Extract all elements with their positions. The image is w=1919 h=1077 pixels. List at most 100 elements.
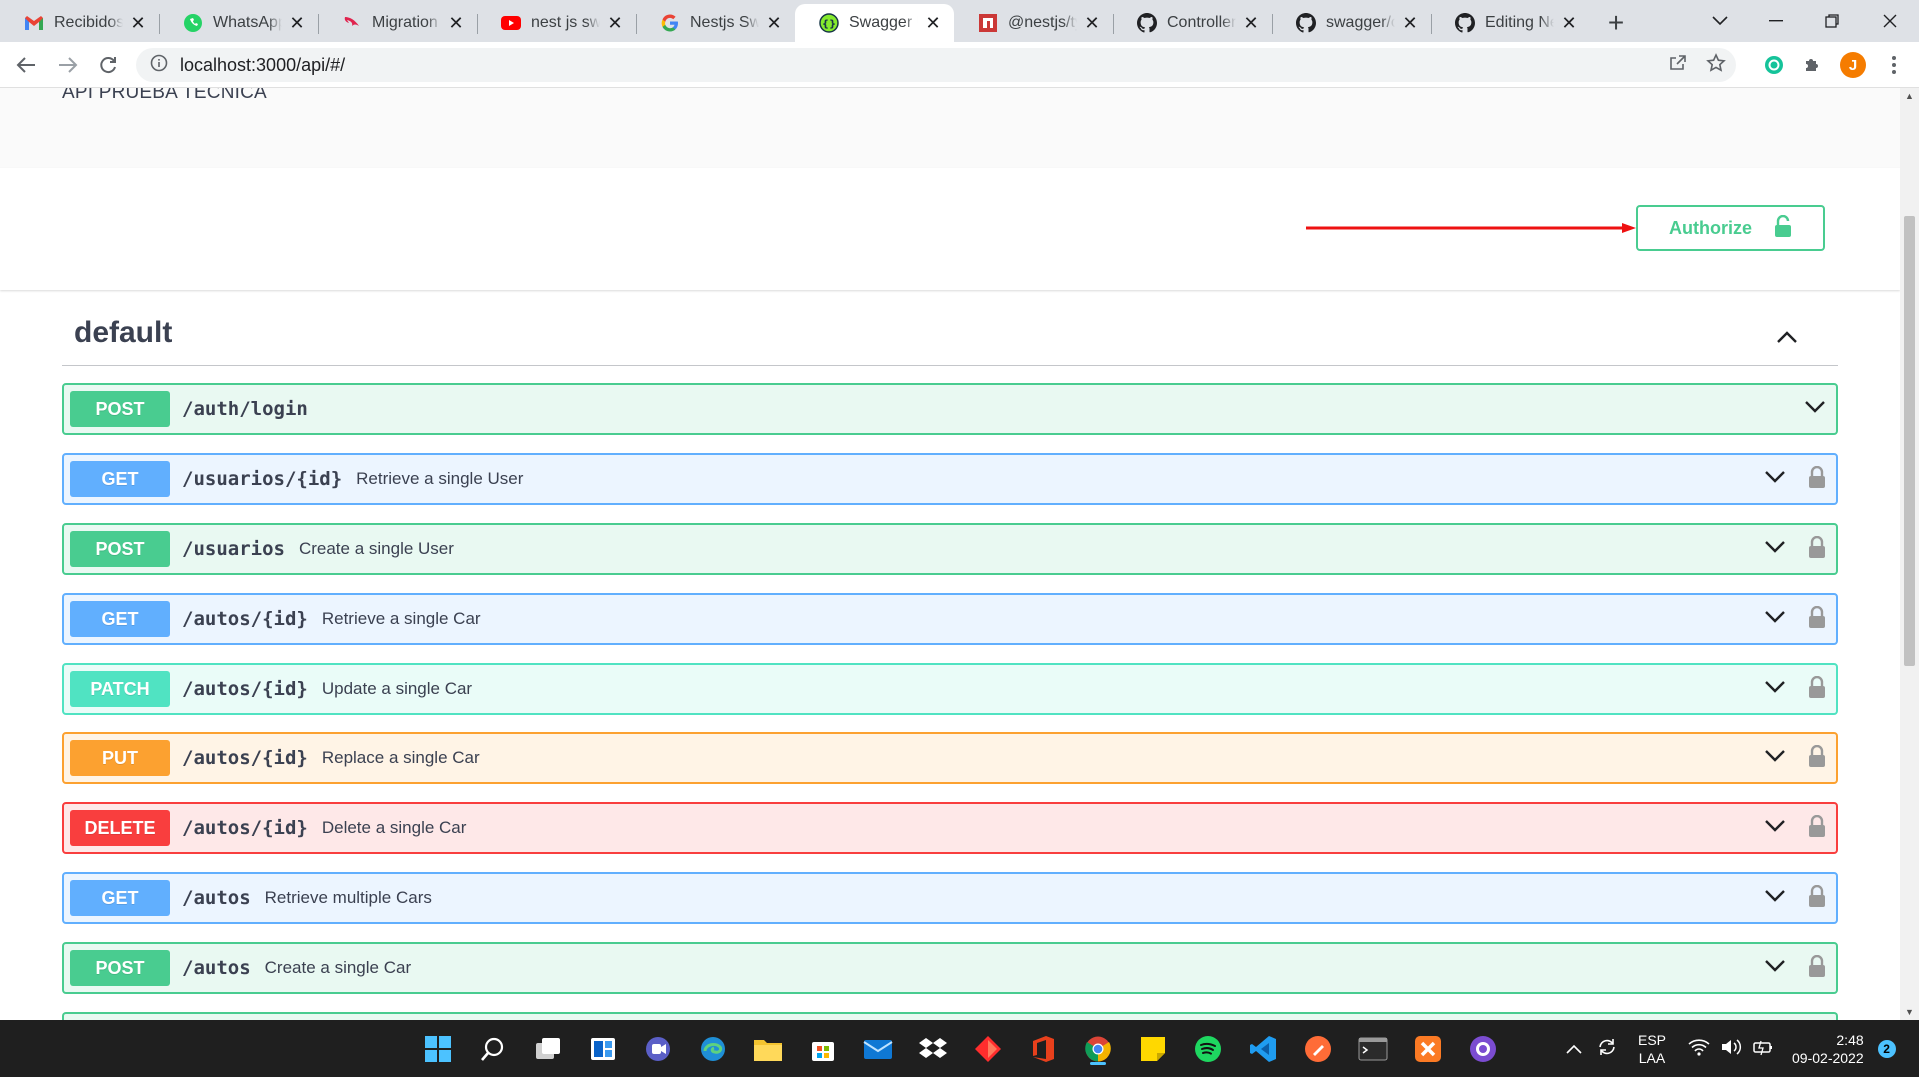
operation-get-autos[interactable]: GET /autos Retrieve multiple Cars xyxy=(62,872,1838,924)
extension-grammarly-icon[interactable] xyxy=(1760,51,1788,79)
operation-put-autos-id[interactable]: PUT /autos/{id} Replace a single Car xyxy=(62,732,1838,784)
operation-get-usuarios-id[interactable]: GET /usuarios/{id} Retrieve a single Use… xyxy=(62,453,1838,505)
extensions-puzzle-icon[interactable] xyxy=(1798,51,1826,79)
wifi-icon[interactable] xyxy=(1688,1038,1710,1059)
operation-post-auth-login[interactable]: POST /auth/login xyxy=(62,383,1838,435)
close-icon[interactable]: ✕ xyxy=(127,12,149,34)
method-badge: POST xyxy=(70,950,170,986)
lock-icon[interactable] xyxy=(1808,535,1826,563)
address-bar[interactable]: localhost:3000/api/#/ xyxy=(136,48,1736,82)
tab-npm[interactable]: @nestjs/typ ✕ xyxy=(954,4,1113,42)
lock-icon[interactable] xyxy=(1808,465,1826,493)
task-view-icon[interactable] xyxy=(530,1031,566,1067)
back-button[interactable] xyxy=(10,49,42,81)
tab-youtube[interactable]: nest js swag ✕ xyxy=(477,4,636,42)
lock-icon[interactable] xyxy=(1808,954,1826,982)
close-icon[interactable]: ✕ xyxy=(286,12,308,34)
tab-editing[interactable]: Editing Nes ✕ xyxy=(1431,4,1590,42)
tab-gmail[interactable]: Recibidos (6 ✕ xyxy=(0,4,159,42)
widgets-icon[interactable] xyxy=(585,1031,621,1067)
volume-icon[interactable] xyxy=(1720,1038,1742,1059)
chevron-down-icon[interactable] xyxy=(1764,819,1786,838)
close-icon[interactable]: ✕ xyxy=(1558,12,1580,34)
teams-chat-icon[interactable] xyxy=(640,1031,676,1067)
start-icon[interactable] xyxy=(420,1031,456,1067)
menu-kebab-icon[interactable] xyxy=(1880,51,1908,79)
close-icon[interactable]: ✕ xyxy=(922,12,944,34)
notification-badge[interactable]: 2 xyxy=(1877,1039,1896,1058)
vscode-icon[interactable] xyxy=(1245,1031,1281,1067)
file-explorer-icon[interactable] xyxy=(750,1031,786,1067)
chevron-up-icon[interactable] xyxy=(1772,322,1802,352)
tab-swagger-ui[interactable]: {} Swagger UI ✕ xyxy=(795,4,954,42)
close-icon[interactable]: ✕ xyxy=(763,12,785,34)
scroll-up-arrow[interactable]: ▲ xyxy=(1900,88,1919,104)
lock-icon[interactable] xyxy=(1808,744,1826,772)
mail-icon[interactable] xyxy=(860,1031,896,1067)
scroll-down-arrow[interactable]: ▼ xyxy=(1900,1004,1919,1020)
lock-icon[interactable] xyxy=(1808,675,1826,703)
minimize-button[interactable] xyxy=(1748,0,1804,42)
share-icon[interactable] xyxy=(1668,53,1688,78)
lock-icon[interactable] xyxy=(1808,814,1826,842)
chevron-down-icon[interactable] xyxy=(1764,540,1786,559)
operation-delete-autos-id[interactable]: DELETE /autos/{id} Delete a single Car xyxy=(62,802,1838,854)
search-icon[interactable] xyxy=(475,1031,511,1067)
tab-swagger-cats[interactable]: swagger/ca ✕ xyxy=(1272,4,1431,42)
close-icon[interactable]: ✕ xyxy=(604,12,626,34)
chevron-down-icon[interactable] xyxy=(1764,680,1786,699)
tab-whatsapp[interactable]: WhatsApp ✕ xyxy=(159,4,318,42)
clock[interactable]: 2:48 09-02-2022 xyxy=(1792,1031,1864,1067)
page-scrollbar[interactable]: ▲ ▼ xyxy=(1900,88,1919,1020)
operation-post-usuarios[interactable]: POST /usuarios Create a single User xyxy=(62,523,1838,575)
reload-button[interactable] xyxy=(92,49,124,81)
forward-button[interactable] xyxy=(52,49,84,81)
close-window-button[interactable] xyxy=(1862,0,1918,42)
git-kraken-icon[interactable] xyxy=(970,1031,1006,1067)
chevron-down-icon[interactable] xyxy=(1764,959,1786,978)
authorize-button[interactable]: Authorize xyxy=(1636,205,1825,251)
office-icon[interactable] xyxy=(1025,1031,1061,1067)
dropbox-icon[interactable] xyxy=(915,1031,951,1067)
tab-migration[interactable]: Migration g ✕ xyxy=(318,4,477,42)
api-description: API PRUEBA TECNICA xyxy=(62,88,267,103)
lock-icon[interactable] xyxy=(1808,884,1826,912)
tab-controllers[interactable]: Controllers ✕ xyxy=(1113,4,1272,42)
profile-avatar[interactable]: J xyxy=(1840,52,1866,78)
xampp-icon[interactable] xyxy=(1410,1031,1446,1067)
terminal-icon[interactable] xyxy=(1355,1031,1391,1067)
close-icon[interactable]: ✕ xyxy=(1399,12,1421,34)
close-icon[interactable]: ✕ xyxy=(1240,12,1262,34)
close-icon[interactable]: ✕ xyxy=(1081,12,1103,34)
language-indicator[interactable]: ESP LAA xyxy=(1638,1031,1666,1067)
restore-button[interactable] xyxy=(1804,0,1860,42)
operation-patch-autos-id[interactable]: PATCH /autos/{id} Update a single Car xyxy=(62,663,1838,715)
operation-next-partial[interactable] xyxy=(62,1012,1838,1020)
tab-google[interactable]: Nestjs Swag ✕ xyxy=(636,4,795,42)
spotify-icon[interactable] xyxy=(1190,1031,1226,1067)
battery-icon[interactable] xyxy=(1752,1038,1774,1059)
scroll-thumb[interactable] xyxy=(1904,216,1915,666)
tab-search-icon[interactable] xyxy=(1692,0,1748,42)
bookmark-star-icon[interactable] xyxy=(1706,52,1726,78)
edge-icon[interactable] xyxy=(695,1031,731,1067)
close-icon[interactable]: ✕ xyxy=(445,12,467,34)
chevron-down-icon[interactable] xyxy=(1764,470,1786,489)
new-tab-button[interactable]: + xyxy=(1596,4,1636,42)
operation-post-autos[interactable]: POST /autos Create a single Car xyxy=(62,942,1838,994)
chevron-down-icon[interactable] xyxy=(1804,400,1826,419)
sync-icon[interactable] xyxy=(1596,1037,1618,1060)
operation-get-autos-id[interactable]: GET /autos/{id} Retrieve a single Car xyxy=(62,593,1838,645)
chevron-down-icon[interactable] xyxy=(1764,889,1786,908)
github-desktop-icon[interactable] xyxy=(1465,1031,1501,1067)
store-icon[interactable] xyxy=(805,1031,841,1067)
info-icon[interactable] xyxy=(150,54,168,77)
lock-icon[interactable] xyxy=(1808,605,1826,633)
chevron-up-icon[interactable] xyxy=(1566,1041,1582,1057)
chrome-icon[interactable] xyxy=(1080,1031,1116,1067)
tag-section-header[interactable]: default xyxy=(62,316,1838,366)
postman-icon[interactable] xyxy=(1300,1031,1336,1067)
sticky-notes-icon[interactable] xyxy=(1135,1031,1171,1067)
chevron-down-icon[interactable] xyxy=(1764,749,1786,768)
chevron-down-icon[interactable] xyxy=(1764,610,1786,629)
